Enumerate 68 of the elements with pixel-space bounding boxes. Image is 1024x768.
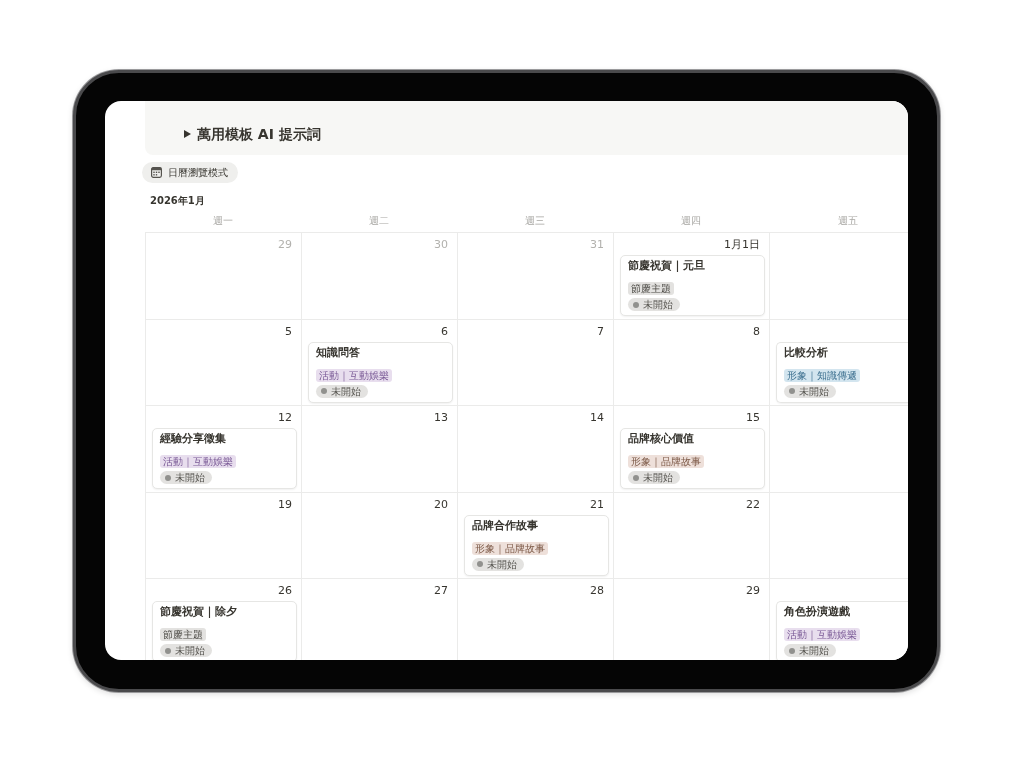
status-dot-icon <box>477 561 483 567</box>
status-label: 未開始 <box>799 384 829 398</box>
day-number: 8 <box>753 323 761 339</box>
day-number: 12 <box>278 410 293 425</box>
event-card[interactable]: 節慶祝賀｜除夕 節慶主題 未開始 <box>152 601 297 660</box>
calendar-view-button[interactable]: 日曆瀏覽模式 <box>142 162 238 183</box>
status-label: 未開始 <box>175 644 205 657</box>
status-dot-icon <box>789 647 795 654</box>
event-card[interactable]: 角色扮演遊戲 活動｜互動娛樂 未開始 <box>776 601 908 660</box>
status-dot-icon <box>321 388 327 394</box>
event-card[interactable]: 品牌核心價值 形象｜品牌故事 未開始 <box>620 428 765 489</box>
day-number: 21 <box>590 496 605 512</box>
day-number: 13 <box>434 410 449 425</box>
category-tag: 活動｜互動娛樂 <box>316 368 392 382</box>
event-title: 角色扮演遊戲 <box>784 605 850 619</box>
event-card[interactable]: 品牌合作故事 形象｜品牌故事 未開始 <box>464 514 609 576</box>
event-card[interactable]: 經驗分享徵集 活動｜互動娛樂 未開始 <box>152 428 297 489</box>
status-label: 未開始 <box>331 384 361 398</box>
day-number: 29 <box>746 583 761 598</box>
day-number: 31 <box>590 237 605 252</box>
category-tag: 節慶主題 <box>628 282 674 295</box>
status-label: 未開始 <box>799 644 829 657</box>
status-label: 未開始 <box>643 298 673 311</box>
day-number: 19 <box>278 496 293 512</box>
event-title: 節慶祝賀｜元旦 <box>628 259 705 273</box>
day-number: 20 <box>434 496 449 512</box>
day-number: 27 <box>434 583 449 598</box>
event-card[interactable]: 比較分析 形象｜知識傳遞 未開始 <box>776 341 908 403</box>
category-tag: 活動｜互動娛樂 <box>784 628 860 641</box>
status-dot-icon <box>165 647 171 654</box>
status-dot-icon <box>165 474 171 481</box>
event-card[interactable]: 知識問答 活動｜互動娛樂 未開始 <box>308 341 453 403</box>
weekday-label: 週四 <box>680 214 702 228</box>
day-number: 26 <box>278 583 293 598</box>
category-tag: 活動｜互動娛樂 <box>160 455 236 468</box>
event-card[interactable]: 節慶祝賀｜元旦 節慶主題 未開始 <box>620 255 765 316</box>
category-tag: 形象｜品牌故事 <box>628 455 704 468</box>
day-number: 14 <box>590 410 605 425</box>
triangle-icon[interactable] <box>184 130 191 138</box>
event-title: 經驗分享徵集 <box>160 432 226 446</box>
day-number: 6 <box>441 323 449 339</box>
calendar-icon <box>151 167 162 178</box>
event-title: 品牌合作故事 <box>472 518 538 533</box>
status-label: 未開始 <box>487 557 517 571</box>
status-dot-icon <box>789 388 795 394</box>
event-title: 品牌核心價值 <box>628 432 694 446</box>
event-title: 節慶祝賀｜除夕 <box>160 605 237 619</box>
status-dot-icon <box>633 474 639 481</box>
day-number: 30 <box>434 237 449 252</box>
status-label: 未開始 <box>175 471 205 484</box>
status-label: 未開始 <box>643 471 673 484</box>
category-tag: 形象｜品牌故事 <box>472 541 548 555</box>
status-dot-icon <box>633 301 639 308</box>
day-number: 28 <box>590 583 605 598</box>
weekday-label: 週五 <box>836 214 859 228</box>
event-title: 比較分析 <box>784 345 828 360</box>
category-tag: 形象｜知識傳遞 <box>784 368 860 382</box>
day-number: 29 <box>278 237 293 252</box>
page-title: 萬用模板 AI 提示詞 <box>197 125 321 143</box>
day-number: 1月1日 <box>724 237 761 252</box>
day-number: 5 <box>285 323 293 339</box>
category-tag: 節慶主題 <box>160 628 206 641</box>
event-title: 知識問答 <box>316 345 360 360</box>
day-number: 15 <box>746 410 761 425</box>
day-number: 7 <box>597 323 605 339</box>
month-label: 2026年1月 <box>150 194 205 208</box>
day-number: 22 <box>746 496 761 512</box>
weekday-label: 週三 <box>524 214 546 228</box>
